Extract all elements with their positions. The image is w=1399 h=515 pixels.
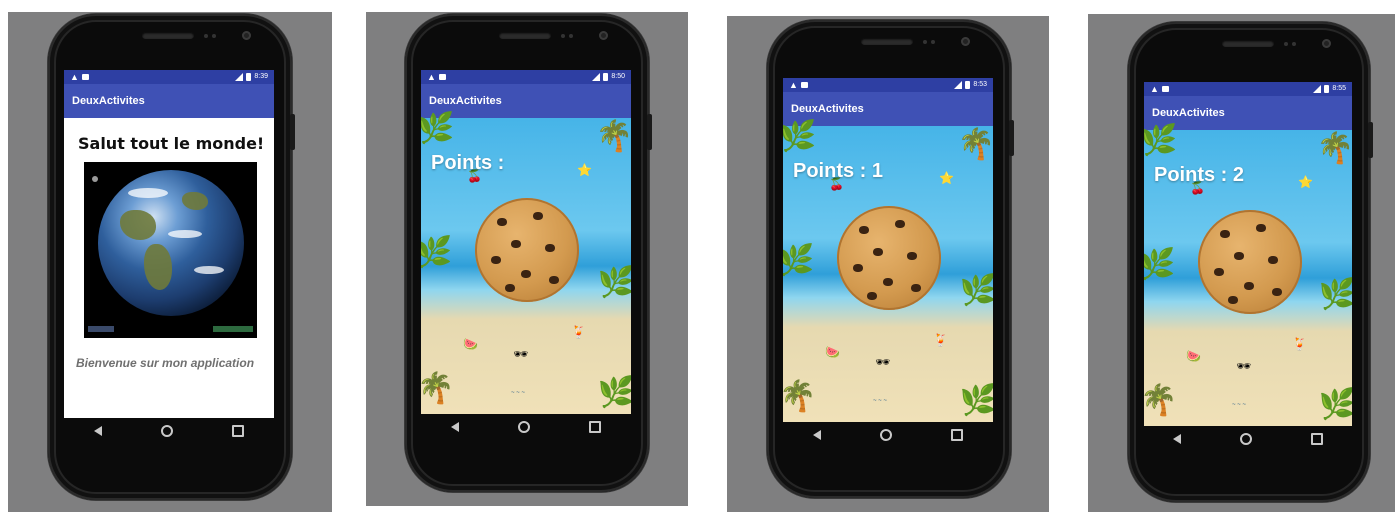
palm-leaf-icon: 🌿 bbox=[783, 244, 815, 277]
volume-button bbox=[290, 114, 295, 150]
watermelon-icon: 🍉 bbox=[825, 345, 840, 359]
earpiece bbox=[142, 32, 194, 39]
warning-icon: ▲ bbox=[70, 72, 79, 82]
warning-icon: ▲ bbox=[1150, 84, 1159, 94]
palm-leaf-icon: 🌿 bbox=[421, 236, 453, 269]
welcome-message: Bienvenue sur mon application bbox=[76, 356, 255, 370]
drink-icon: 🍹 bbox=[933, 333, 948, 347]
palm-leaf-icon: 🌿 bbox=[421, 112, 455, 145]
nav-bar bbox=[783, 422, 993, 448]
phone-screen: ▲ 8:53 DeuxActivites 🌿 🌴 🌿 🌿 🌴 🌿 ⭐ 🍒 🍉 🕶… bbox=[783, 78, 993, 422]
home-icon[interactable] bbox=[517, 421, 530, 433]
warning-icon: ▲ bbox=[427, 72, 436, 82]
front-camera bbox=[242, 31, 251, 40]
home-icon[interactable] bbox=[160, 425, 173, 437]
palm-leaf-icon: 🌿 bbox=[597, 376, 631, 409]
earth-image bbox=[84, 162, 257, 338]
recent-apps-icon[interactable] bbox=[1310, 433, 1323, 445]
palm-leaf-icon: 🌿 bbox=[959, 274, 993, 307]
app-title: DeuxActivites bbox=[64, 84, 274, 118]
message-icon bbox=[1161, 86, 1169, 92]
message-icon bbox=[438, 74, 446, 80]
palm-leaf-icon: 🌴 bbox=[595, 120, 631, 153]
battery-icon bbox=[246, 73, 252, 81]
warning-icon: ▲ bbox=[789, 80, 798, 90]
palm-leaf-icon: 🌿 bbox=[783, 120, 817, 153]
earth-globe bbox=[98, 170, 244, 316]
message-icon bbox=[800, 82, 808, 88]
watermelon-icon: 🍉 bbox=[1186, 349, 1201, 363]
palm-leaf-icon: 🌴 bbox=[1316, 132, 1352, 165]
palm-leaf-icon: 🌴 bbox=[957, 128, 993, 161]
image-credit: ~ ~ ~ bbox=[511, 390, 525, 396]
nav-bar bbox=[421, 414, 631, 440]
nav-bar bbox=[64, 418, 274, 444]
back-icon[interactable] bbox=[1173, 434, 1182, 444]
starfish-icon: ⭐ bbox=[1298, 175, 1313, 189]
palm-leaf-icon: 🌿 bbox=[1144, 124, 1178, 157]
image-toolbar-right bbox=[213, 326, 253, 332]
back-icon[interactable] bbox=[450, 422, 459, 432]
status-time: 8:50 bbox=[611, 73, 625, 80]
palm-leaf-icon: 🌿 bbox=[1318, 388, 1352, 421]
drink-icon: 🍹 bbox=[1292, 337, 1307, 351]
phone-screen: ▲ 8:50 DeuxActivites 🌿 🌴 🌿 🌿 🌴 🌿 ⭐ 🍒 🍉 🕶… bbox=[421, 70, 631, 414]
phone-frame-4: ▲ 8:55 DeuxActivites 🌿 🌴 🌿 🌿 🌴 🌿 ⭐ 🍒 🍉 🕶… bbox=[1128, 22, 1373, 502]
drink-icon: 🍹 bbox=[571, 325, 586, 339]
phone-frame-2: ▲ 8:50 DeuxActivites 🌿 🌴 🌿 🌿 🌴 🌿 ⭐ 🍒 🍉 🕶… bbox=[405, 14, 652, 492]
palm-leaf-icon: 🌴 bbox=[421, 372, 455, 405]
home-icon[interactable] bbox=[1239, 433, 1252, 445]
signal-icon bbox=[1313, 85, 1322, 93]
recent-apps-icon[interactable] bbox=[232, 425, 245, 437]
palm-leaf-icon: 🌿 bbox=[1318, 278, 1352, 311]
palm-leaf-icon: 🌿 bbox=[597, 266, 631, 299]
sunglasses-icon: 🕶 bbox=[1236, 359, 1252, 373]
palm-leaf-icon: 🌿 bbox=[1144, 248, 1176, 281]
back-icon[interactable] bbox=[812, 430, 821, 440]
image-credit: ~ ~ ~ bbox=[873, 398, 887, 404]
back-icon[interactable] bbox=[93, 426, 102, 436]
image-credit: ~ ~ ~ bbox=[1232, 402, 1246, 408]
message-icon bbox=[81, 74, 89, 80]
cookie-button[interactable] bbox=[837, 206, 941, 310]
recent-apps-icon[interactable] bbox=[589, 421, 602, 433]
status-bar: ▲ 8:39 bbox=[64, 70, 274, 84]
phone-frame-1: ▲ 8:39 DeuxActivites Salut tout le monde… bbox=[48, 14, 295, 500]
battery-icon bbox=[965, 81, 971, 89]
greeting-heading: Salut tout le monde! bbox=[78, 134, 265, 153]
sensor-dots bbox=[204, 34, 218, 38]
starfish-icon: ⭐ bbox=[939, 171, 954, 185]
home-icon[interactable] bbox=[879, 429, 892, 441]
recent-apps-icon[interactable] bbox=[951, 429, 964, 441]
palm-leaf-icon: 🌴 bbox=[783, 380, 817, 413]
sunglasses-icon: 🕶 bbox=[513, 347, 529, 361]
signal-icon bbox=[592, 73, 601, 81]
starfish-icon: ⭐ bbox=[577, 163, 592, 177]
sunglasses-icon: 🕶 bbox=[875, 355, 891, 369]
signal-icon bbox=[954, 81, 963, 89]
points-label: Points : bbox=[431, 152, 505, 174]
palm-leaf-icon: 🌿 bbox=[959, 384, 993, 417]
status-time: 8:55 bbox=[1332, 85, 1346, 92]
battery-icon bbox=[1324, 85, 1330, 93]
battery-icon bbox=[603, 73, 609, 81]
watermelon-icon: 🍉 bbox=[463, 337, 478, 351]
status-bar: ▲ 8:50 bbox=[421, 70, 631, 84]
status-bar: ▲ 8:53 bbox=[783, 78, 993, 92]
status-time: 8:53 bbox=[973, 81, 987, 88]
palm-leaf-icon: 🌴 bbox=[1144, 384, 1178, 417]
phone-screen: ▲ 8:55 DeuxActivites 🌿 🌴 🌿 🌿 🌴 🌿 ⭐ 🍒 🍉 🕶… bbox=[1144, 82, 1352, 426]
cookie-button[interactable] bbox=[475, 198, 579, 302]
nav-bar bbox=[1144, 426, 1352, 452]
phone-screen: ▲ 8:39 DeuxActivites Salut tout le monde… bbox=[64, 70, 274, 418]
points-label: Points : 1 bbox=[793, 160, 884, 182]
status-bar: ▲ 8:55 bbox=[1144, 82, 1352, 96]
signal-icon bbox=[235, 73, 244, 81]
points-label: Points : 2 bbox=[1154, 164, 1245, 186]
image-toolbar-left bbox=[88, 326, 114, 332]
cookie-button[interactable] bbox=[1198, 210, 1302, 314]
moon bbox=[92, 176, 98, 182]
phone-frame-3: ▲ 8:53 DeuxActivites 🌿 🌴 🌿 🌿 🌴 🌿 ⭐ 🍒 🍉 🕶… bbox=[767, 20, 1014, 498]
status-time: 8:39 bbox=[254, 73, 268, 80]
